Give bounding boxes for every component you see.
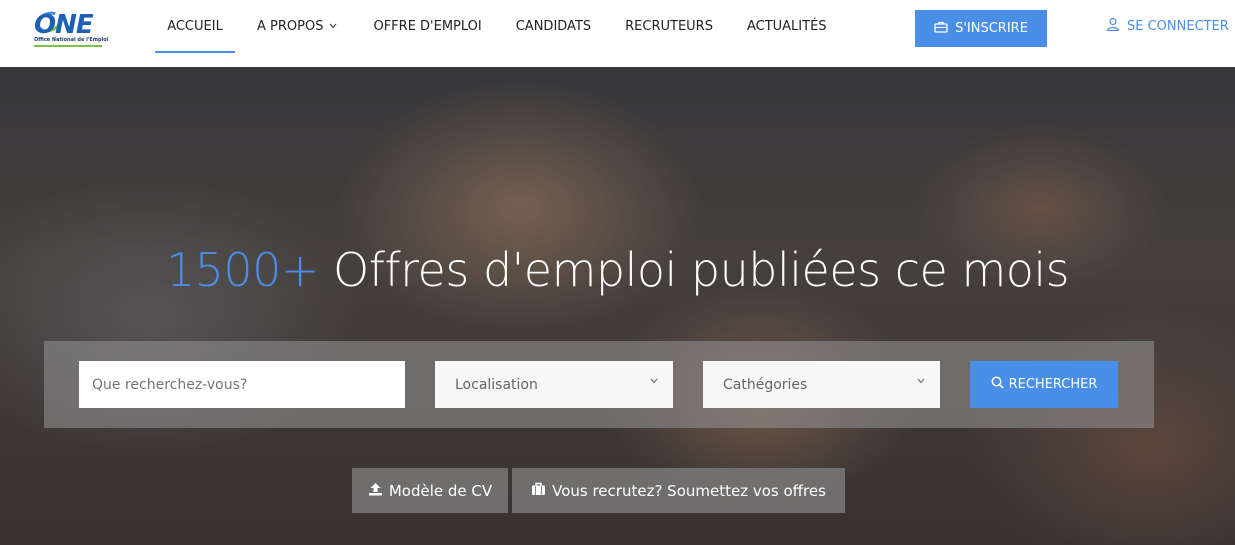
upload-icon (368, 482, 383, 500)
location-select[interactable]: Localisation (435, 361, 673, 408)
hero-banner: 1500+ Offres d'emploi publiées ce mois L… (0, 67, 1235, 545)
chevron-down-icon (917, 377, 925, 387)
cv-template-label: Modèle de CV (388, 481, 493, 500)
logo-subtitle: Office National de l'Emploi (34, 37, 109, 43)
nav-item-label: ACCUEIL (167, 19, 223, 34)
submit-offers-button[interactable]: Vous recrutez? Soumettez vos offres (512, 468, 845, 513)
briefcase-icon (934, 21, 948, 37)
register-label: S'INSCRIRE (955, 21, 1028, 36)
hero-title: 1500+ Offres d'emploi publiées ce mois (0, 243, 1235, 297)
login-link[interactable]: SE CONNECTER (1106, 16, 1229, 36)
search-icon (991, 376, 1004, 393)
user-icon (1106, 17, 1120, 35)
search-panel: Localisation Cathégories RECHERCHER (44, 341, 1154, 428)
briefcase-icon (531, 482, 546, 500)
nav-item-label: A PROPOS (257, 19, 324, 34)
site-header: ONE Office National de l'Emploi ACCUEIL … (0, 0, 1235, 67)
logo-underline (34, 45, 102, 47)
nav-item-actualites[interactable]: ACTUALITÉS (747, 0, 827, 53)
chevron-down-icon (329, 22, 337, 32)
location-select-label: Localisation (455, 376, 538, 393)
nav-item-candidats[interactable]: CANDIDATS (516, 0, 591, 53)
search-button-label: RECHERCHER (1008, 377, 1098, 392)
register-button[interactable]: S'INSCRIRE (915, 10, 1047, 47)
submit-offers-label: Vous recrutez? Soumettez vos offres (552, 481, 826, 500)
logo[interactable]: ONE Office National de l'Emploi (33, 8, 109, 48)
search-button[interactable]: RECHERCHER (970, 361, 1118, 408)
logo-mark: ONE (34, 10, 94, 40)
nav-item-accueil[interactable]: ACCUEIL (155, 0, 235, 53)
nav-item-label: ACTUALITÉS (746, 19, 827, 34)
login-label: SE CONNECTER (1127, 18, 1229, 34)
main-nav: ACCUEIL A PROPOS OFFRE D'EMPLOI CANDIDAT… (155, 0, 827, 53)
nav-item-label: RECRUTEURS (625, 19, 713, 34)
chevron-down-icon (650, 377, 658, 387)
nav-item-offre-emploi[interactable]: OFFRE D'EMPLOI (373, 0, 481, 53)
category-select-label: Cathégories (723, 376, 808, 393)
nav-item-label: OFFRE D'EMPLOI (373, 19, 482, 34)
search-input[interactable] (79, 361, 405, 408)
hero-title-text: Offres d'emploi publiées ce mois (318, 243, 1070, 297)
nav-item-label: CANDIDATS (515, 19, 592, 34)
nav-item-a-propos[interactable]: A PROPOS (257, 0, 337, 53)
category-select[interactable]: Cathégories (703, 361, 940, 408)
cv-template-button[interactable]: Modèle de CV (352, 468, 508, 513)
hero-highlight: 1500+ (165, 243, 320, 297)
nav-item-recruteurs[interactable]: RECRUTEURS (625, 0, 713, 53)
